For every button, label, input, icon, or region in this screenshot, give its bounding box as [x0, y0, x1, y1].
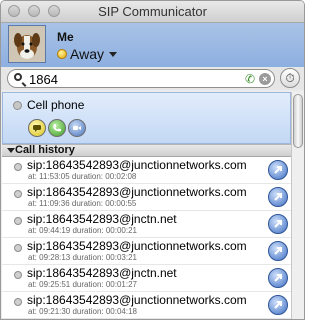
- history-row[interactable]: sip:18643542893@junctionnetworks.com at:…: [2, 157, 291, 184]
- scrollbar-thumb[interactable]: [293, 94, 303, 148]
- search-bar: 1864 ✆ × ⏱: [1, 67, 304, 90]
- history-row[interactable]: sip:18643542893@junctionnetworks.com at:…: [2, 292, 291, 319]
- chat-button[interactable]: [28, 119, 46, 137]
- video-call-button[interactable]: [68, 119, 86, 137]
- chat-icon: [33, 125, 41, 132]
- chevron-down-icon[interactable]: [109, 52, 117, 57]
- history-address: sip:18643542893@junctionnetworks.com: [27, 158, 247, 172]
- dog-avatar-icon: [9, 26, 45, 62]
- contact-status-icon: [14, 298, 22, 306]
- contact-status-icon: [14, 244, 22, 252]
- contact-status-icon: [14, 163, 22, 171]
- arrow-icon: [274, 193, 282, 201]
- history-row[interactable]: sip:18643542893@junctionnetworks.com at:…: [2, 238, 291, 265]
- clear-search-icon[interactable]: ×: [259, 73, 271, 85]
- contact-card[interactable]: Cell phone: [2, 92, 291, 144]
- away-status-icon: [57, 49, 67, 59]
- history-address: sip:18643542893@junctionnetworks.com: [27, 239, 247, 253]
- history-meta: at: 11:09:36 duration: 00:00:55: [28, 199, 137, 208]
- arrow-icon: [274, 301, 282, 309]
- contact-status-icon: [13, 101, 22, 110]
- history-meta: at: 11:53:05 duration: 00:02:08: [28, 172, 137, 181]
- window-title: SIP Communicator: [98, 4, 207, 19]
- call-button[interactable]: [48, 119, 66, 137]
- app-window: SIP Communicator Me Away 1864 ✆ × ⏱ Cell…: [0, 0, 305, 320]
- call-back-button[interactable]: [268, 295, 288, 315]
- call-back-button[interactable]: [268, 187, 288, 207]
- call-back-button[interactable]: [268, 214, 288, 234]
- arrow-icon: [274, 247, 282, 255]
- history-row[interactable]: sip:18643542893@junctionnetworks.com at:…: [2, 184, 291, 211]
- history-button[interactable]: ⏱: [280, 68, 300, 88]
- arrow-icon: [274, 274, 282, 282]
- arrow-icon: [274, 166, 282, 174]
- call-back-button[interactable]: [268, 241, 288, 261]
- contact-name: Cell phone: [27, 98, 85, 112]
- call-back-button[interactable]: [268, 160, 288, 180]
- search-value[interactable]: 1864: [29, 72, 58, 87]
- video-icon: [73, 126, 81, 130]
- title-bar[interactable]: SIP Communicator: [1, 1, 304, 23]
- arrow-icon: [274, 220, 282, 228]
- disclosure-triangle-icon[interactable]: [7, 148, 15, 153]
- phone-icon: [53, 124, 61, 132]
- history-meta: at: 09:28:13 duration: 00:03:21: [28, 253, 137, 262]
- call-history-header[interactable]: Call history: [2, 144, 291, 157]
- call-icon[interactable]: ✆: [245, 72, 255, 86]
- history-address: sip:18643542893@jnctn.net: [27, 212, 177, 226]
- search-icon: [14, 73, 22, 81]
- contact-status-icon: [14, 217, 22, 225]
- contact-status-icon: [14, 271, 22, 279]
- history-row[interactable]: sip:18643542893@jnctn.net at: 09:44:19 d…: [2, 211, 291, 238]
- history-row[interactable]: sip:18643542893@jnctn.net at: 09:25:51 d…: [2, 265, 291, 292]
- history-meta: at: 09:21:30 duration: 00:04:18: [28, 307, 137, 316]
- history-meta: at: 09:44:19 duration: 00:00:21: [28, 226, 137, 235]
- call-back-button[interactable]: [268, 268, 288, 288]
- account-header: Me Away: [1, 23, 304, 67]
- search-input[interactable]: 1864 ✆ ×: [7, 69, 275, 88]
- history-address: sip:18643542893@junctionnetworks.com: [27, 293, 247, 307]
- status-selector[interactable]: Away: [70, 46, 104, 62]
- call-history-label: Call history: [15, 144, 75, 156]
- history-address: sip:18643542893@jnctn.net: [27, 266, 177, 280]
- avatar[interactable]: [8, 25, 46, 63]
- account-name: Me: [57, 30, 74, 44]
- history-address: sip:18643542893@junctionnetworks.com: [27, 185, 247, 199]
- contact-list-scrollbar[interactable]: [291, 92, 304, 319]
- contact-status-icon: [14, 190, 22, 198]
- history-meta: at: 09:25:51 duration: 00:01:27: [28, 280, 137, 289]
